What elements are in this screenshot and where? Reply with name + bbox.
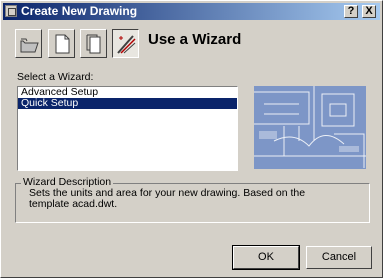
app-icon (5, 5, 17, 17)
cancel-button[interactable]: Cancel (306, 246, 372, 269)
wizard-wand-icon (117, 35, 136, 54)
close-button[interactable]: X (362, 5, 376, 18)
ok-button[interactable]: OK (232, 245, 300, 270)
start-from-scratch-button[interactable] (48, 29, 75, 58)
help-button[interactable]: ? (344, 5, 358, 18)
page-heading: Use a Wizard (148, 31, 242, 48)
wizard-description-text: Sets the units and area for your new dra… (29, 187, 306, 210)
use-wizard-button[interactable] (112, 29, 139, 58)
wizard-list-label: Select a Wizard: (17, 71, 94, 83)
blank-page-icon (55, 34, 70, 54)
list-item-quick-setup[interactable]: Quick Setup (18, 98, 237, 109)
use-template-button[interactable] (80, 29, 107, 58)
create-new-drawing-dialog: Create New Drawing ? X Use a Wizard Sele… (0, 0, 383, 278)
template-page-icon (86, 34, 101, 54)
open-folder-icon (20, 38, 39, 53)
wizard-listbox[interactable]: Advanced Setup Quick Setup (17, 86, 238, 171)
title-bar[interactable]: Create New Drawing ? X (3, 3, 380, 20)
wizard-preview-image (254, 86, 366, 169)
window-title: Create New Drawing (21, 4, 138, 18)
open-drawing-button[interactable] (15, 29, 42, 58)
